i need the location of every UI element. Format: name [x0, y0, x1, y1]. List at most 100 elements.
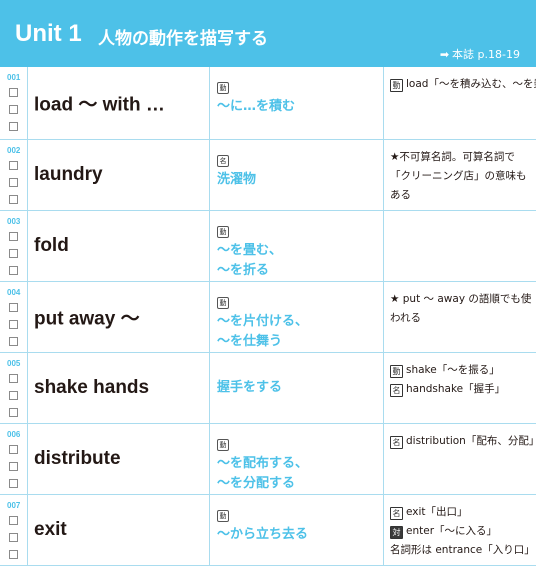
note-cell: ★ put ～ away の語順でも使われる — [384, 282, 536, 352]
page-reference-text: 本誌 p.18-19 — [452, 48, 520, 61]
word-cell: shake hands — [28, 353, 210, 423]
vocab-word: distribute — [34, 448, 121, 469]
meaning-block: 動 ～を片付ける、 ～を仕舞う — [217, 290, 379, 352]
checkbox[interactable] — [9, 550, 18, 559]
note-line: 名 handshake「握手」 — [390, 380, 532, 399]
meaning-block: 握手をする — [217, 378, 379, 398]
vocab-row: 005 shake hands 握手をする 動 shake「～を振る」名 hands… — [0, 353, 536, 424]
entry-number: 001 — [7, 73, 21, 82]
note-text: 名詞形は entrance「入り口」 — [390, 544, 535, 556]
checkbox[interactable] — [9, 374, 18, 383]
meaning-block: 動 ～に…を積む — [217, 75, 379, 117]
checkbox-column: 007 — [0, 495, 28, 565]
note-cell: ★不可算名詞。可算名詞で「クリーニング店」の意味もある — [384, 140, 536, 210]
checkbox[interactable] — [9, 462, 18, 471]
meaning-text: ～に…を積む — [217, 99, 296, 114]
entry-number: 004 — [7, 288, 21, 297]
word-cell: laundry — [28, 140, 210, 210]
word-cell: load ～ with … — [28, 67, 210, 139]
unit-title: Unit 1 — [15, 20, 82, 47]
page-reference: ➡ 本誌 p.18-19 — [440, 46, 520, 62]
note-cell: 名 distribution「配布、分配」 — [384, 424, 536, 494]
vocab-word: load ～ with … — [34, 94, 165, 116]
part-of-speech-badge: 動 — [217, 82, 229, 94]
checkbox[interactable] — [9, 161, 18, 170]
meaning-cell: 握手をする — [210, 353, 384, 423]
entry-number: 005 — [7, 359, 21, 368]
meaning-cell: 動 ～に…を積む — [210, 67, 384, 139]
meaning-text: 握手をする — [217, 380, 283, 395]
entry-number: 007 — [7, 501, 21, 510]
word-cell: put away ～ — [28, 282, 210, 352]
word-cell: fold — [28, 211, 210, 281]
note-text: ★ put ～ away の語順でも使われる — [390, 293, 532, 324]
note-line: 名 exit「出口」 — [390, 503, 532, 522]
checkbox[interactable] — [9, 320, 18, 329]
note-block: 名 distribution「配布、分配」 — [390, 432, 536, 451]
note-block: ★ put ～ away の語順でも使われる — [390, 290, 532, 328]
checkbox[interactable] — [9, 178, 18, 187]
note-line: ★不可算名詞。可算名詞で「クリーニング店」の意味もある — [390, 148, 532, 205]
checkbox-column: 001 — [0, 67, 28, 139]
arrow-right-icon: ➡ — [439, 48, 450, 61]
note-cell: 名 exit「出口」対 enter「～に入る」 名詞形は entrance「入り口」 — [384, 495, 536, 565]
vocab-word: put away ～ — [34, 308, 140, 330]
checkbox-column: 002 — [0, 140, 28, 210]
checkbox[interactable] — [9, 266, 18, 275]
checkbox-column: 005 — [0, 353, 28, 423]
note-badge: 対 — [390, 526, 403, 539]
meaning-text: ～から立ち去る — [217, 527, 309, 542]
note-text: handshake「握手」 — [406, 383, 506, 395]
meaning-block: 動 ～から立ち去る — [217, 503, 379, 545]
checkbox-column: 003 — [0, 211, 28, 281]
note-line: 動 shake「～を振る」 — [390, 361, 532, 380]
note-cell — [384, 211, 536, 281]
checkbox[interactable] — [9, 337, 18, 346]
vocab-row: 002 laundry 名洗濯物 ★不可算名詞。可算名詞で「クリーニング店」の意… — [0, 140, 536, 211]
vocab-row: 001 load ～ with … 動～に…を積む 動 load「～を積み込む、～… — [0, 67, 536, 140]
note-badge: 名 — [390, 507, 403, 520]
checkbox[interactable] — [9, 445, 18, 454]
meaning-cell: 動 ～を片付ける、 ～を仕舞う — [210, 282, 384, 352]
note-cell: 動 shake「～を振る」名 handshake「握手」 — [384, 353, 536, 423]
part-of-speech-badge: 動 — [217, 439, 229, 451]
vocab-row: 003 fold 動 ～を畳む、 ～を折る — [0, 211, 536, 282]
note-badge: 名 — [390, 436, 403, 449]
part-of-speech-badge: 動 — [217, 297, 229, 309]
note-block: 動 shake「～を振る」名 handshake「握手」 — [390, 361, 532, 399]
checkbox[interactable] — [9, 232, 18, 241]
note-block: 名 exit「出口」対 enter「～に入る」 名詞形は entrance「入り口」 — [390, 503, 535, 560]
note-text: exit「出口」 — [406, 506, 468, 518]
note-text: distribution「配布、分配」 — [406, 435, 536, 447]
note-line: 名詞形は entrance「入り口」 — [390, 541, 535, 560]
checkbox[interactable] — [9, 533, 18, 542]
checkbox[interactable] — [9, 479, 18, 488]
meaning-block: 名洗濯物 — [217, 148, 379, 190]
checkbox[interactable] — [9, 195, 18, 204]
vocab-row: 004 put away ～ 動 ～を片付ける、 ～を仕舞う ★ put ～ aw… — [0, 282, 536, 353]
note-line: 名 distribution「配布、分配」 — [390, 432, 536, 451]
meaning-cell: 動 ～から立ち去る — [210, 495, 384, 565]
note-text: ★不可算名詞。可算名詞で「クリーニング店」の意味もある — [390, 151, 527, 201]
note-badge: 動 — [390, 79, 403, 92]
meaning-block: 動 ～を配布する、 ～を分配する — [217, 432, 379, 494]
checkbox[interactable] — [9, 516, 18, 525]
checkbox[interactable] — [9, 249, 18, 258]
meaning-cell: 動 ～を配布する、 ～を分配する — [210, 424, 384, 494]
checkbox[interactable] — [9, 105, 18, 114]
note-text: load「～を積み込む、～を乗せる」 — [406, 78, 536, 90]
checkbox[interactable] — [9, 391, 18, 400]
part-of-speech-badge: 動 — [217, 226, 229, 238]
part-of-speech-badge: 名 — [217, 155, 229, 167]
word-cell: distribute — [28, 424, 210, 494]
word-cell: exit — [28, 495, 210, 565]
vocab-table: 001 load ～ with … 動～に…を積む 動 load「～を積み込む、～… — [0, 67, 536, 566]
note-badge: 動 — [390, 365, 403, 378]
entry-number: 002 — [7, 146, 21, 155]
checkbox[interactable] — [9, 122, 18, 131]
meaning-text: ～を配布する、 ～を分配する — [217, 456, 309, 491]
checkbox[interactable] — [9, 303, 18, 312]
checkbox[interactable] — [9, 408, 18, 417]
note-cell: 動load「～を積み込む、～を乗せる」 — [384, 67, 536, 139]
checkbox[interactable] — [9, 88, 18, 97]
